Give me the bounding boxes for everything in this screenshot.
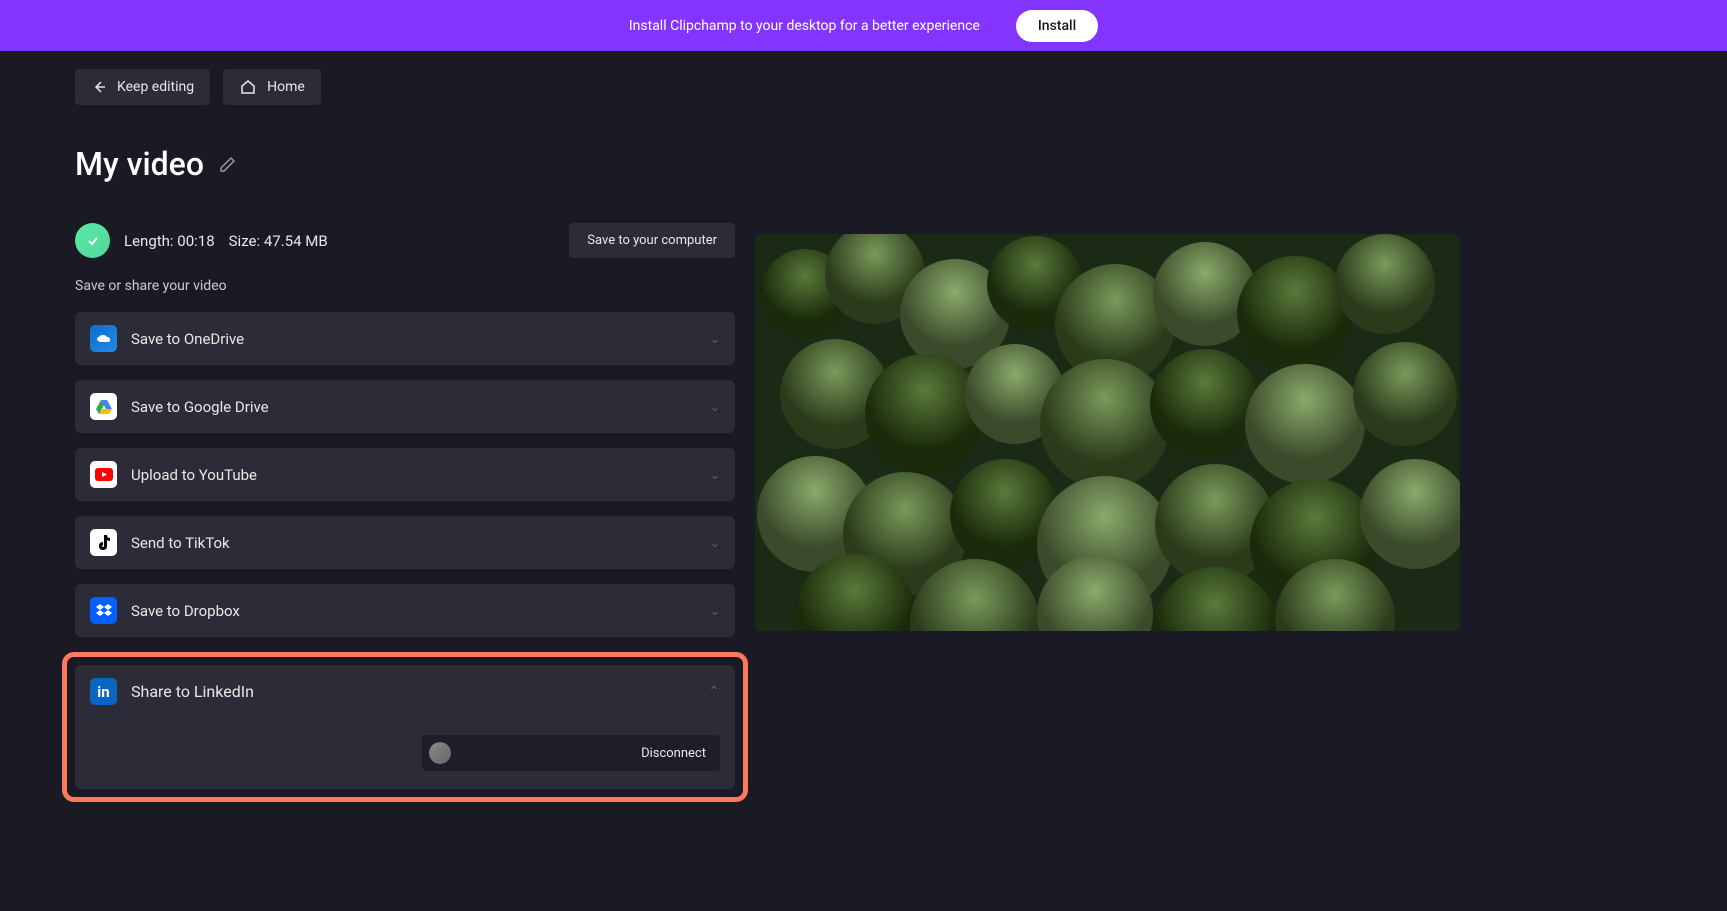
check-icon [85,233,101,249]
youtube-icon [90,461,117,488]
share-dropbox-label: Save to Dropbox [131,602,240,620]
status-check-badge [75,223,110,258]
onedrive-icon [90,325,117,352]
chevron-down-icon: ⌄ [710,468,720,482]
install-banner-text: Install Clipchamp to your desktop for a … [629,18,980,34]
left-panel: Keep editing Home My video Length [75,69,735,802]
main-content: Keep editing Home My video Length [0,51,1727,820]
share-onedrive[interactable]: Save to OneDrive ⌄ [75,312,735,365]
forest-preview-image [755,234,1460,631]
highlighted-linkedin-section: in Share to LinkedIn ⌃ Disconnect [62,652,748,802]
nav-buttons: Keep editing Home [75,69,735,105]
video-length-info: Length: 00:18 [124,232,215,250]
home-button[interactable]: Home [223,69,321,105]
home-label: Home [267,79,305,95]
install-banner: Install Clipchamp to your desktop for a … [0,0,1727,51]
chevron-down-icon: ⌄ [710,332,720,346]
share-linkedin[interactable]: in Share to LinkedIn ⌃ [90,678,720,705]
share-options: Save to OneDrive ⌄ Save to Google Drive … [75,312,735,802]
video-preview [755,234,1460,631]
share-tiktok-label: Send to TikTok [131,534,230,552]
video-size-info: Size: 47.54 MB [229,232,328,250]
save-to-computer-button[interactable]: Save to your computer [569,223,735,258]
share-onedrive-label: Save to OneDrive [131,330,244,348]
share-linkedin-expanded: in Share to LinkedIn ⌃ Disconnect [75,665,735,789]
gdrive-icon [90,393,117,420]
chevron-down-icon: ⌄ [710,400,720,414]
disconnect-button[interactable]: Disconnect [641,746,706,761]
avatar [429,742,451,764]
keep-editing-label: Keep editing [117,79,194,95]
share-dropbox[interactable]: Save to Dropbox ⌄ [75,584,735,637]
linkedin-icon: in [90,678,117,705]
share-tiktok[interactable]: Send to TikTok ⌄ [75,516,735,569]
close-icon[interactable]: ⌃ [708,684,720,700]
chevron-down-icon: ⌄ [710,604,720,618]
dropbox-icon [90,597,117,624]
linkedin-account-bar: Disconnect [422,735,720,771]
page-title: My video [75,145,204,183]
arrow-left-icon [91,79,107,95]
share-gdrive[interactable]: Save to Google Drive ⌄ [75,380,735,433]
tiktok-icon [90,529,117,556]
share-youtube-label: Upload to YouTube [131,466,257,484]
share-gdrive-label: Save to Google Drive [131,398,269,416]
right-panel [755,69,1652,802]
title-row: My video [75,145,735,183]
share-linkedin-label: Share to LinkedIn [131,682,254,701]
chevron-down-icon: ⌄ [710,536,720,550]
install-button[interactable]: Install [1016,10,1098,42]
status-row: Length: 00:18 Size: 47.54 MB Save to you… [75,223,735,258]
share-section-label: Save or share your video [75,278,735,294]
home-icon [239,78,257,96]
share-youtube[interactable]: Upload to YouTube ⌄ [75,448,735,501]
keep-editing-button[interactable]: Keep editing [75,69,210,105]
edit-icon[interactable] [218,154,238,174]
